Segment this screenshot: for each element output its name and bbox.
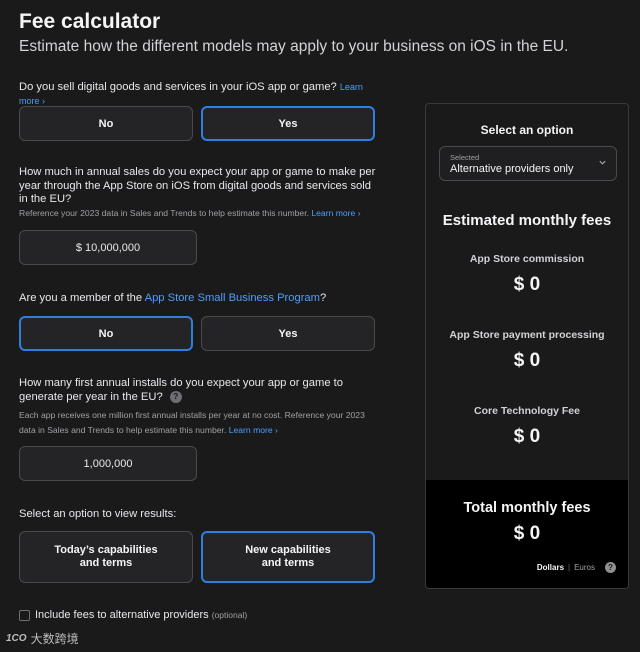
estimated-fees-title: Estimated monthly fees xyxy=(442,212,612,229)
currency-dollars[interactable]: Dollars xyxy=(537,563,564,572)
select-option-heading: Select an option xyxy=(480,123,574,137)
small-business-program-link[interactable]: App Store Small Business Program xyxy=(145,292,320,304)
first-installs-input[interactable]: 1,000,000 xyxy=(19,446,197,481)
option-line-1: New capabilities xyxy=(245,543,331,556)
core-technology-fee-label: Core Technology Fee xyxy=(474,405,580,417)
currency-euros[interactable]: Euros xyxy=(574,563,595,572)
payment-processing-label: App Store payment processing xyxy=(449,329,605,341)
question-annual-sales: How much in annual sales do you expect y… xyxy=(19,166,376,205)
digital-goods-yes-button[interactable]: Yes xyxy=(201,106,375,141)
chevron-down-icon xyxy=(599,160,606,165)
page-title: Fee calculator xyxy=(19,10,161,33)
small-business-no-button[interactable]: No xyxy=(19,316,193,351)
help-icon[interactable]: ? xyxy=(169,390,182,403)
total-fees-value: $ 0 xyxy=(513,523,541,544)
watermark: 1CO 大数跨境 xyxy=(6,630,79,647)
question-first-installs: How many first annual installs do you ex… xyxy=(19,377,379,404)
optional-tag: (optional) xyxy=(211,610,248,620)
app-store-commission-label: App Store commission xyxy=(469,253,585,265)
hint-text: Reference your 2023 data in Sales and Tr… xyxy=(19,208,309,218)
digital-goods-no-button[interactable]: No xyxy=(19,106,193,141)
annual-sales-input[interactable]: $ 10,000,000 xyxy=(19,230,197,265)
question-text: Are you a member of the xyxy=(19,292,145,304)
currency-separator: | xyxy=(568,563,571,572)
total-fees-label: Total monthly fees xyxy=(463,500,591,516)
learn-more-link[interactable]: Learn more › xyxy=(229,425,278,435)
total-fees-box: Total monthly fees $ 0 Dollars | Euros ? xyxy=(426,480,628,588)
option-line-2: and terms xyxy=(261,557,315,569)
small-business-yes-button[interactable]: Yes xyxy=(201,316,375,351)
hint-text: Each app receives one million first annu… xyxy=(19,410,365,435)
checkbox-label-text: Include fees to alternative providers xyxy=(35,609,209,621)
option-line-1: Today’s capabilities xyxy=(54,543,158,556)
first-installs-hint: Each app receives one million first annu… xyxy=(19,408,379,438)
provider-select[interactable]: Selected Alternative providers only xyxy=(439,146,617,181)
help-icon[interactable]: ? xyxy=(605,562,616,573)
core-technology-fee-value: $ 0 xyxy=(513,426,541,447)
question-small-business: Are you a member of the App Store Small … xyxy=(19,292,379,306)
question-text-end: ? xyxy=(319,292,327,304)
alternative-providers-checkbox[interactable] xyxy=(19,610,30,621)
learn-more-link[interactable]: Learn more › xyxy=(311,208,360,218)
currency-toggle: Dollars | Euros ? xyxy=(537,562,616,573)
todays-capabilities-button[interactable]: Today’s capabilities and terms xyxy=(19,531,193,583)
option-line-2: and terms xyxy=(79,557,133,569)
question-text: Do you sell digital goods and services i… xyxy=(19,81,337,93)
new-capabilities-button[interactable]: New capabilities and terms xyxy=(201,531,375,583)
alternative-providers-label: Include fees to alternative providers (o… xyxy=(35,609,247,621)
question-digital-goods: Do you sell digital goods and services i… xyxy=(19,81,379,108)
results-panel: Select an option Selected Alternative pr… xyxy=(425,103,629,589)
select-small-label: Selected xyxy=(450,153,480,162)
app-store-commission-value: $ 0 xyxy=(513,274,541,295)
watermark-text: 大数跨境 xyxy=(30,632,79,646)
page-subtitle: Estimate how the different models may ap… xyxy=(19,38,569,55)
payment-processing-value: $ 0 xyxy=(513,350,541,371)
results-prompt: Select an option to view results: xyxy=(19,508,177,520)
select-value: Alternative providers only xyxy=(450,163,574,175)
annual-sales-hint: Reference your 2023 data in Sales and Tr… xyxy=(19,206,379,221)
watermark-logo: 1CO xyxy=(6,633,27,644)
